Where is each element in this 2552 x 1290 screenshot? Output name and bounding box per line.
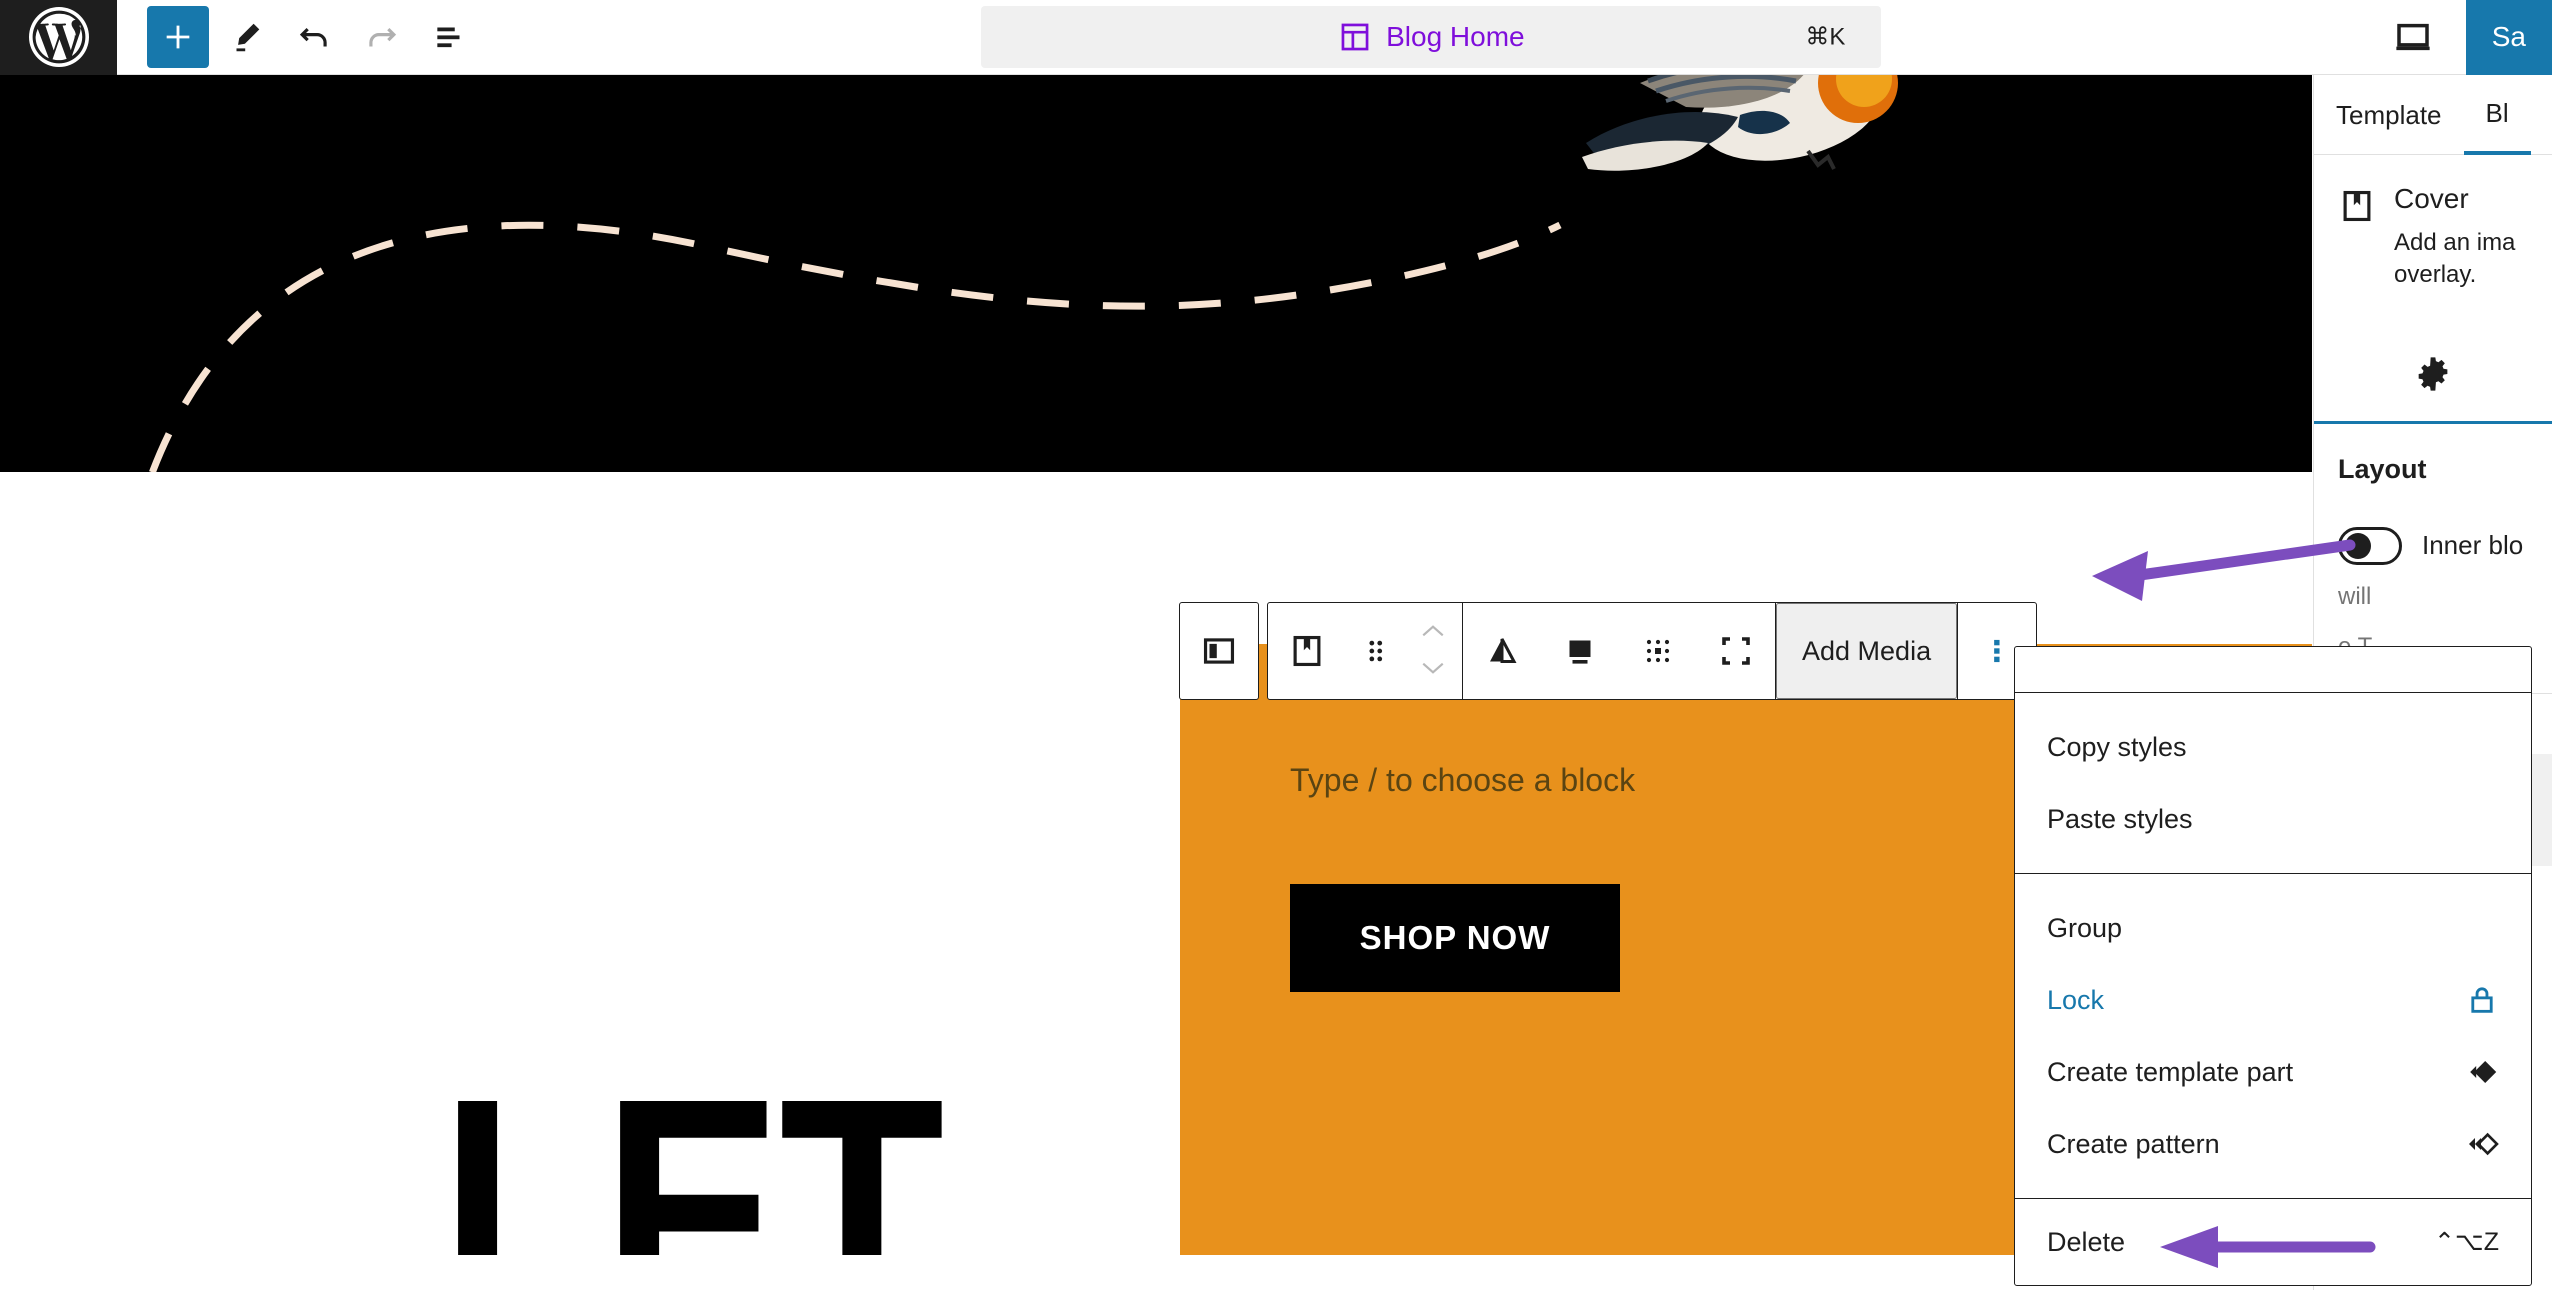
vertical-ellipsis-icon — [1994, 639, 2000, 663]
menu-section-delete: Delete ⌃⌥Z — [2015, 1199, 2531, 1285]
editor-canvas: Type / to choose a block SHOP NOW LET Ad… — [0, 75, 2312, 1255]
block-placeholder-text[interactable]: Type / to choose a block — [1290, 762, 1635, 799]
undo-button[interactable] — [283, 6, 345, 68]
save-button[interactable]: Sa — [2465, 0, 2552, 75]
drag-handle-icon — [1369, 640, 1383, 662]
tab-block[interactable]: Bl — [2463, 75, 2531, 155]
change-alignment-icon — [1490, 638, 1517, 663]
full-size-icon — [1722, 637, 1750, 665]
layout-section: Layout Inner blo — [2314, 424, 2552, 565]
add-block-button[interactable] — [147, 6, 209, 68]
shop-now-button[interactable]: SHOP NOW — [1290, 884, 1620, 992]
cover-block-icon — [1293, 635, 1321, 667]
list-view-icon — [437, 27, 460, 48]
command-shortcut: ⌘K — [1805, 23, 1846, 51]
redo-icon — [369, 27, 397, 47]
wordpress-logo-button[interactable] — [0, 0, 117, 75]
focal-point-picker-button[interactable] — [1619, 603, 1697, 699]
menu-section-actions: Group Lock Create template part Create p… — [2015, 874, 2531, 1199]
hero-heading-text[interactable]: LET — [440, 1048, 945, 1255]
tab-template[interactable]: Template — [2314, 75, 2464, 155]
menu-item-label: Create template part — [2047, 1056, 2294, 1087]
header-center: Blog Home ⌘K — [481, 6, 2382, 68]
menu-section-blank — [2015, 647, 2531, 693]
sidebar-settings-tab[interactable] — [2314, 328, 2552, 424]
layout-help-text-line-1: will — [2338, 582, 2372, 610]
desktop-view-icon — [2396, 23, 2430, 51]
dashed-curve-decoration — [148, 221, 1562, 472]
template-icon — [1341, 23, 1369, 51]
menu-item-group[interactable]: Group — [2015, 892, 2531, 964]
select-parent-columns-button[interactable] — [1180, 603, 1258, 699]
document-title: Blog Home — [1386, 21, 1525, 52]
delete-shortcut: ⌃⌥Z — [2433, 1228, 2499, 1256]
main-toolbar-group: Add Media — [1267, 602, 2038, 700]
device-preview-button[interactable] — [2382, 6, 2444, 68]
command-bar-button[interactable]: Blog Home ⌘K — [981, 6, 1882, 68]
editor-header: Blog Home ⌘K Sa — [0, 0, 2552, 75]
toggle-knob — [2345, 532, 2371, 559]
header-left-tools — [117, 6, 481, 68]
block-toolbar: Add Media — [1179, 602, 2038, 700]
parent-block-group — [1179, 602, 1259, 700]
menu-item-label: Group — [2047, 912, 2123, 943]
menu-item-create-pattern[interactable]: Create pattern — [2015, 1108, 2531, 1180]
sidebar-block-header: Cover Add an ima overlay. — [2314, 155, 2552, 292]
menu-item-label: Lock — [2047, 984, 2105, 1015]
add-media-button[interactable]: Add Media — [1776, 603, 1958, 699]
pattern-icon — [2463, 1129, 2499, 1159]
menu-item-lock[interactable]: Lock — [2015, 964, 2531, 1036]
undo-icon — [299, 27, 327, 47]
layout-heading: Layout — [2338, 453, 2427, 484]
media-overlay-icon — [1569, 640, 1591, 664]
cover-block-icon — [2343, 190, 2371, 222]
plus-icon — [166, 25, 190, 49]
menu-item-label: Delete — [2047, 1226, 2126, 1257]
inner-blocks-toggle-row[interactable]: Inner blo — [2338, 526, 2528, 565]
sidebar-block-description: Add an ima overlay. — [2394, 229, 2516, 289]
move-block-arrows — [1404, 603, 1462, 699]
block-options-menu: Copy styles Paste styles Group Lock Crea… — [2014, 646, 2532, 1286]
inner-blocks-toggle[interactable] — [2338, 526, 2402, 565]
menu-item-create-template-part[interactable]: Create template part — [2015, 1036, 2531, 1108]
menu-item-label: Paste styles — [2047, 803, 2193, 834]
chevron-up-icon — [1422, 625, 1444, 637]
block-type-button[interactable] — [1268, 603, 1346, 699]
move-down-button[interactable] — [1420, 659, 1446, 680]
menu-item-copy-styles[interactable]: Copy styles — [2015, 711, 2531, 783]
edit-pencil-icon — [236, 23, 260, 52]
template-part-icon — [2463, 1057, 2499, 1087]
drag-handle-button[interactable] — [1346, 603, 1404, 699]
menu-item-label: Create pattern — [2047, 1128, 2220, 1159]
lock-icon — [2465, 983, 2499, 1017]
chevron-down-icon — [1422, 662, 1444, 674]
gear-icon — [2418, 357, 2448, 391]
media-overlay-button[interactable] — [1541, 603, 1619, 699]
menu-item-delete[interactable]: Delete ⌃⌥Z — [2015, 1199, 2531, 1285]
columns-block-icon — [1203, 638, 1235, 664]
list-view-button[interactable] — [419, 6, 481, 68]
edit-tool-button[interactable] — [215, 6, 277, 68]
menu-item-paste-styles[interactable]: Paste styles — [2015, 783, 2531, 855]
menu-section-styles: Copy styles Paste styles — [2015, 693, 2531, 874]
menu-item-label: Copy styles — [2047, 731, 2187, 762]
change-alignment-button[interactable] — [1463, 603, 1541, 699]
wordpress-logo-icon — [28, 7, 89, 67]
move-up-button[interactable] — [1420, 622, 1446, 643]
cover-block-hero[interactable] — [0, 75, 2312, 472]
redo-button[interactable] — [351, 6, 413, 68]
sidebar-tabs: Template Bl — [2314, 75, 2552, 155]
header-right-tools: Sa — [2382, 0, 2552, 75]
bird-illustration — [1582, 75, 1898, 171]
full-size-button[interactable] — [1697, 603, 1775, 699]
sidebar-block-title: Cover — [2394, 183, 2469, 214]
inner-blocks-toggle-label: Inner blo — [2422, 530, 2524, 561]
focal-point-picker-icon — [1646, 639, 1670, 663]
